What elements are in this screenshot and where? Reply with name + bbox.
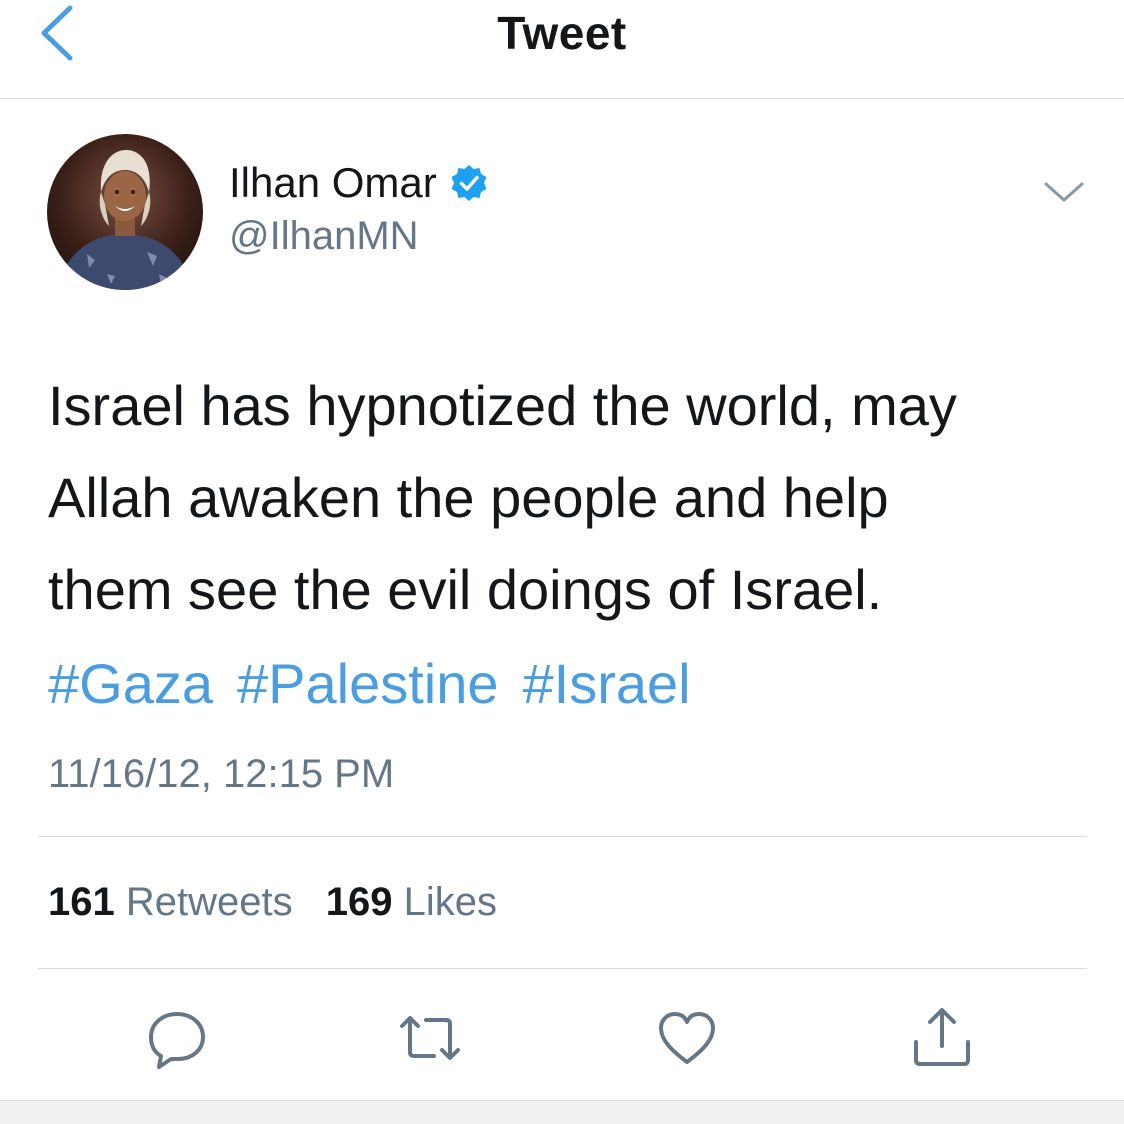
retweets-label: Retweets — [125, 880, 293, 924]
author-handle[interactable]: @IlhanMN — [229, 214, 419, 259]
tweet-detail-screen: Tweet Ilhan Omar @IlhanMN Israel has hyp… — [0, 0, 1124, 1124]
tweet-timestamp: 11/16/12, 12:15 PM — [48, 752, 395, 796]
share-button[interactable] — [910, 1006, 974, 1070]
like-button[interactable] — [655, 1006, 719, 1070]
avatar-photo — [47, 134, 203, 290]
reply-icon — [149, 1012, 205, 1069]
likes-count: 169 — [325, 880, 393, 924]
share-icon — [914, 1008, 970, 1066]
hashtag-link[interactable]: #Gaza — [48, 652, 213, 715]
heart-icon — [659, 1012, 715, 1064]
likes-label: Likes — [403, 880, 498, 924]
tweet-text: Israel has hypnotized the world, may All… — [48, 360, 1088, 636]
chevron-down-icon — [1044, 182, 1084, 202]
hashtag-row: #Gaza #Palestine #Israel — [48, 644, 691, 724]
divider — [38, 968, 1087, 969]
verified-badge-icon — [451, 165, 487, 201]
divider — [38, 836, 1087, 837]
author-name-row[interactable]: Ilhan Omar — [229, 158, 489, 208]
retweets-count: 161 — [48, 880, 115, 924]
hashtag-link[interactable]: #Palestine — [237, 652, 499, 715]
likes-stat[interactable]: 169 Likes — [326, 880, 497, 924]
retweets-stat[interactable]: 161 Retweets — [48, 880, 293, 924]
author-name[interactable]: Ilhan Omar — [229, 159, 437, 207]
retweet-icon — [400, 1016, 460, 1060]
more-options-button[interactable] — [1042, 176, 1086, 206]
tweet-text-line: them see the evil doings of Israel. — [48, 558, 883, 621]
hashtag-link[interactable]: #Israel — [523, 652, 691, 715]
engagement-stats: 161 Retweets 169 Likes — [48, 880, 519, 925]
reply-button[interactable] — [145, 1006, 209, 1070]
next-section-strip — [0, 1100, 1124, 1124]
top-nav-bar: Tweet — [0, 0, 1124, 99]
page-title: Tweet — [497, 7, 627, 59]
tweet-text-line: Israel has hypnotized the world, may — [48, 374, 957, 437]
retweet-button[interactable] — [398, 1006, 462, 1070]
tweet-text-line: Allah awaken the people and help — [48, 466, 889, 529]
avatar[interactable] — [47, 134, 203, 290]
